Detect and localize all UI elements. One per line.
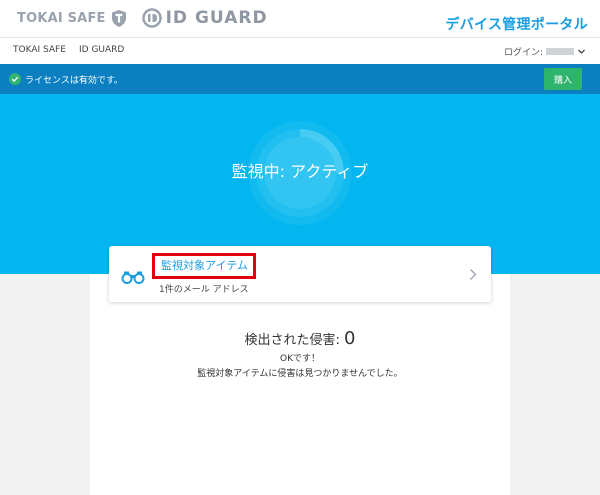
chevron-right-icon[interactable]	[469, 268, 477, 281]
portal-title: デバイス管理ポータル	[445, 17, 588, 33]
brand-primary: TOKAI SAFE	[17, 10, 106, 26]
nav-link-tokai-safe[interactable]: TOKAI SAFE	[13, 45, 66, 55]
check-circle-icon	[9, 73, 21, 85]
buy-button[interactable]: 購入	[544, 68, 582, 90]
chevron-down-icon	[578, 49, 585, 54]
breach-label: 検出された侵害:	[244, 333, 345, 348]
no-breach-message: 監視対象アイテムに侵害は見つかりませんでした。	[197, 369, 403, 379]
nav-bar: TOKAI SAFE ID GUARD ログイン:	[0, 38, 600, 64]
brand-secondary: ID GUARD	[165, 8, 268, 28]
login-menu[interactable]: ログイン:	[504, 45, 586, 58]
ok-message: OKです！	[280, 354, 320, 364]
license-message: ライセンスは有効です。	[25, 76, 123, 86]
main-content	[90, 274, 510, 495]
monitored-items-subtitle: 1件のメール アドレス	[159, 285, 249, 295]
license-bar: ライセンスは有効です。	[0, 64, 600, 94]
app-header: TOKAI SAFE ID GUARD デバイス管理ポータル	[0, 0, 600, 38]
binoculars-icon	[121, 271, 145, 284]
monitoring-status: 監視中: アクティブ	[231, 162, 369, 181]
id-logo-icon	[141, 8, 162, 28]
brand-logo[interactable]: TOKAI SAFE ID GUARD	[17, 6, 268, 30]
breach-count: 0	[344, 328, 356, 349]
nav-link-id-guard[interactable]: ID GUARD	[79, 45, 124, 55]
shield-icon	[111, 9, 126, 27]
monitored-items-card[interactable]: 監視対象アイテム 1件のメール アドレス	[109, 246, 491, 302]
monitored-items-title[interactable]: 監視対象アイテム	[161, 257, 248, 273]
login-label: ログイン:	[503, 48, 543, 58]
breach-summary: 検出された侵害: 0	[90, 328, 510, 349]
login-username-redacted	[546, 48, 574, 55]
